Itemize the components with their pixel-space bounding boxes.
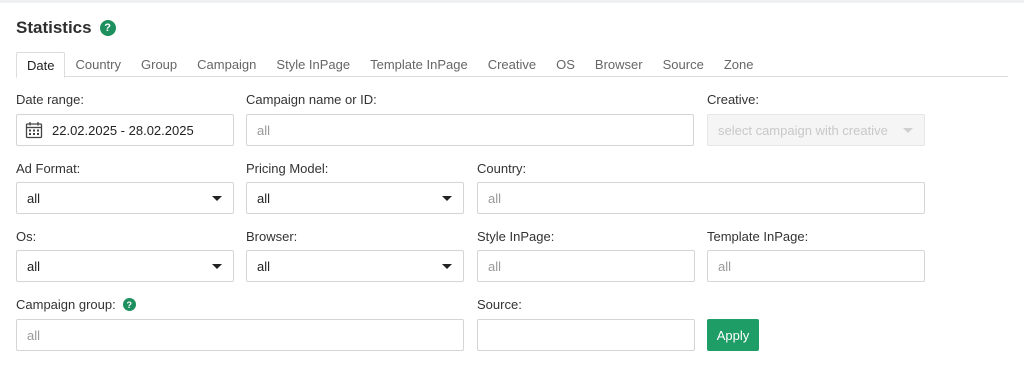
tab-creative[interactable]: Creative <box>478 52 546 77</box>
top-divider <box>0 0 1024 3</box>
style-inpage-label: Style InPage: <box>477 229 555 244</box>
source-input[interactable] <box>477 319 695 351</box>
campaign-group-input[interactable]: all <box>16 319 464 351</box>
tab-group[interactable]: Group <box>131 52 187 77</box>
page-title: Statistics ? <box>16 18 116 38</box>
tab-source[interactable]: Source <box>653 52 714 77</box>
chevron-down-icon <box>212 196 222 201</box>
chevron-down-icon <box>442 264 452 269</box>
creative-label: Creative: <box>707 92 760 107</box>
campaign-label: Campaign name or ID: <box>246 92 377 107</box>
date-range-picker[interactable]: 22.02.2025 - 28.02.2025 <box>16 114 234 146</box>
pricing-model-value: all <box>257 190 271 206</box>
tab-os[interactable]: OS <box>546 52 585 77</box>
tab-template-inpage[interactable]: Template InPage <box>360 52 478 77</box>
pricing-model-select[interactable]: all <box>246 182 464 214</box>
tab-campaign[interactable]: Campaign <box>187 52 266 77</box>
stats-tabs: Date Country Group Campaign Style InPage… <box>16 52 1008 78</box>
ad-format-select[interactable]: all <box>16 182 234 214</box>
tab-browser[interactable]: Browser <box>585 52 653 77</box>
chevron-down-icon <box>212 264 222 269</box>
style-inpage-input[interactable]: all <box>477 250 695 282</box>
help-icon[interactable]: ? <box>99 20 116 36</box>
browser-value: all <box>257 258 271 274</box>
os-select[interactable]: all <box>16 250 234 282</box>
browser-select[interactable]: all <box>246 250 464 282</box>
apply-button[interactable]: Apply <box>707 319 759 351</box>
page-title-text: Statistics <box>16 18 92 37</box>
source-label: Source: <box>477 297 522 312</box>
campaign-group-label: Campaign group: ? <box>16 297 136 312</box>
date-range-label: Date range: <box>16 92 84 107</box>
creative-select: select campaign with creative <box>707 114 925 146</box>
tab-zone[interactable]: Zone <box>714 52 764 77</box>
os-label: Os: <box>16 229 37 244</box>
date-range-value: 22.02.2025 - 28.02.2025 <box>52 122 194 138</box>
help-icon[interactable]: ? <box>122 298 136 311</box>
tab-date[interactable]: Date <box>16 52 66 78</box>
pricing-model-label: Pricing Model: <box>246 161 329 176</box>
campaign-input[interactable]: all <box>246 114 694 146</box>
tab-style-inpage[interactable]: Style InPage <box>266 52 360 77</box>
creative-placeholder: select campaign with creative <box>718 122 888 138</box>
ad-format-value: all <box>27 190 41 206</box>
template-inpage-label: Template InPage: <box>707 229 809 244</box>
os-value: all <box>27 258 41 274</box>
country-input[interactable]: all <box>477 182 925 214</box>
chevron-down-icon <box>903 128 913 133</box>
tab-country[interactable]: Country <box>65 52 131 77</box>
calendar-icon <box>25 122 43 139</box>
chevron-down-icon <box>442 196 452 201</box>
campaign-group-label-text: Campaign group: <box>16 297 116 312</box>
ad-format-label: Ad Format: <box>16 161 81 176</box>
country-label: Country: <box>477 161 527 176</box>
template-inpage-input[interactable]: all <box>707 250 925 282</box>
browser-label: Browser: <box>246 229 298 244</box>
